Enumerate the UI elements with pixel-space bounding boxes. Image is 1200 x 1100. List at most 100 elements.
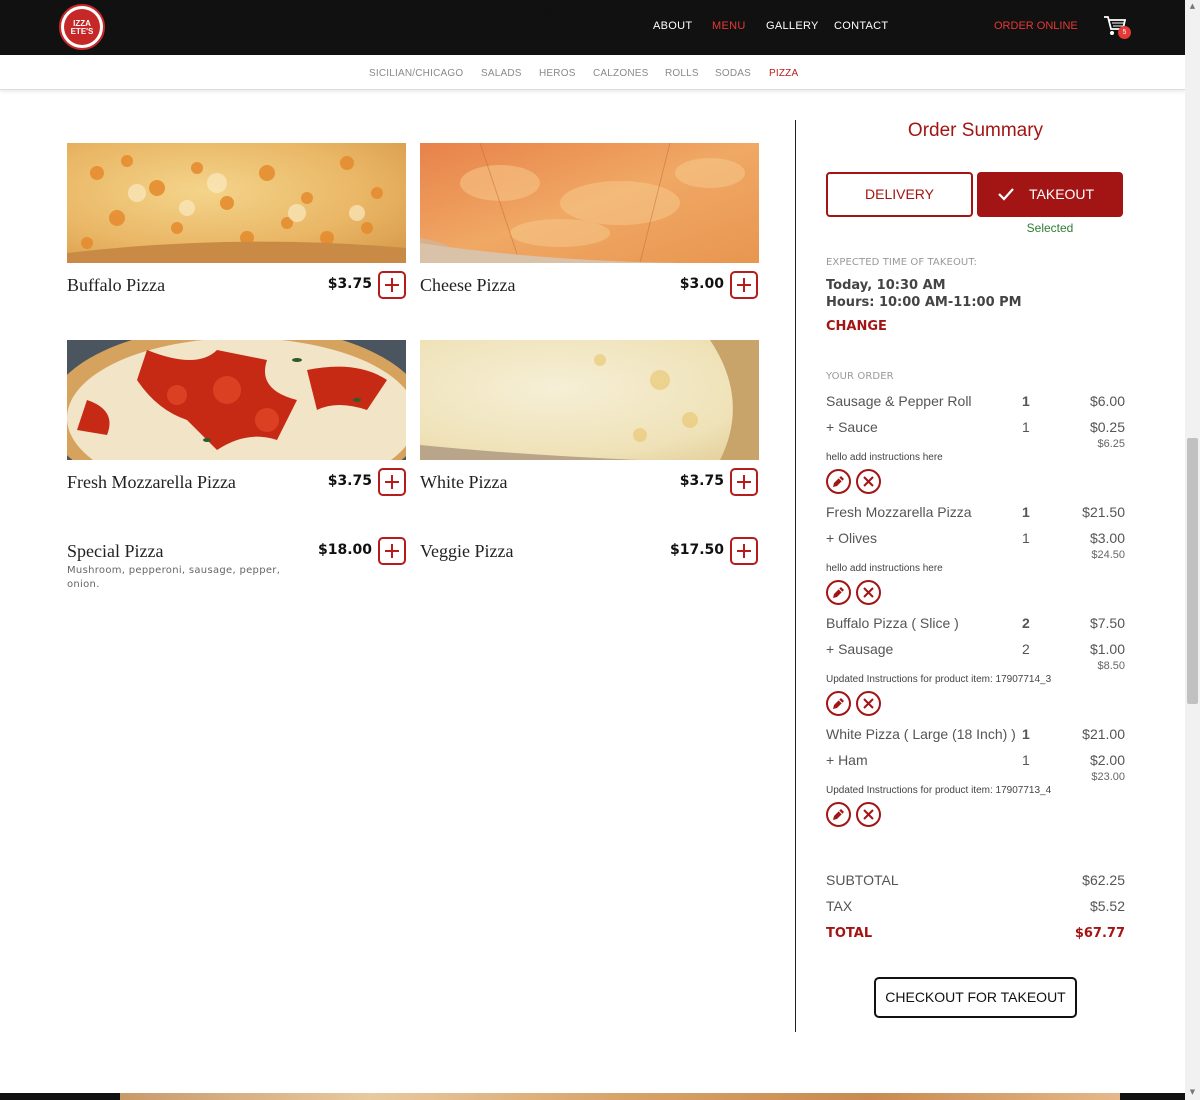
remove-item-button[interactable] <box>856 580 881 605</box>
scrollbar-thumb[interactable] <box>1187 438 1198 704</box>
pencil-icon <box>833 587 844 598</box>
product-desc-special-pizza-line2: onion. <box>67 579 100 590</box>
add-cheese-pizza-button[interactable] <box>730 271 758 299</box>
change-time-link[interactable]: CHANGE <box>826 319 887 334</box>
order-item-modifier-price: $0.25 <box>1089 419 1125 435</box>
product-price-veggie-pizza: $17.50 <box>669 542 724 558</box>
category-rolls[interactable]: ROLLS <box>665 68 699 79</box>
order-item-modifier-price: $2.00 <box>1089 752 1125 768</box>
total-value: $67.77 <box>1074 926 1125 941</box>
nav-about[interactable]: ABOUT <box>653 20 692 32</box>
category-sodas[interactable]: SODAS <box>715 68 751 79</box>
category-pizza[interactable]: PIZZA <box>769 68 798 79</box>
remove-item-button[interactable] <box>856 469 881 494</box>
page-scrollbar[interactable]: ▲ ▼ <box>1185 0 1200 1100</box>
fresh-mozzarella-pizza-image[interactable] <box>67 340 406 460</box>
add-fresh-mozzarella-pizza-button[interactable] <box>378 468 406 496</box>
cart-count-badge: 5 <box>1118 26 1131 39</box>
order-item-modifier-qty: 1 <box>1022 419 1030 435</box>
pencil-icon <box>833 809 844 820</box>
category-bar: SICILIAN/CHICAGO SALADS HEROS CALZONES R… <box>0 55 1185 90</box>
product-price-fresh-mozzarella-pizza: $3.75 <box>327 473 372 489</box>
scroll-down-arrow-icon[interactable]: ▼ <box>1185 1088 1200 1098</box>
product-price-buffalo-pizza: $3.75 <box>327 276 372 292</box>
white-pizza-image[interactable] <box>420 340 759 460</box>
order-item-total: $23.00 <box>1091 771 1125 783</box>
add-veggie-pizza-button[interactable] <box>730 537 758 565</box>
close-icon <box>863 809 874 820</box>
footer-image <box>120 1093 1120 1100</box>
category-sicilian-chicago[interactable]: SICILIAN/CHICAGO <box>369 68 463 79</box>
expected-time-today: Today, 10:30 AM <box>826 278 946 293</box>
nav-gallery[interactable]: GALLERY <box>766 20 819 32</box>
product-name-cheese-pizza[interactable]: Cheese Pizza <box>420 275 515 296</box>
top-navbar: IZZA ETE'S Menu ABOUT MENU GALLERY CONTA… <box>0 0 1185 55</box>
edit-item-button[interactable] <box>826 691 851 716</box>
your-order-label: YOUR ORDER <box>826 371 894 382</box>
order-item-total: $6.25 <box>1097 438 1125 450</box>
product-name-buffalo-pizza[interactable]: Buffalo Pizza <box>67 275 165 296</box>
order-item-price: $21.00 <box>1082 726 1125 742</box>
order-item-qty: 2 <box>1022 615 1030 631</box>
order-item-modifier-price: $1.00 <box>1089 641 1125 657</box>
buffalo-pizza-image[interactable] <box>67 143 406 263</box>
product-name-white-pizza[interactable]: White Pizza <box>420 472 507 493</box>
order-summary-title: Order Summary <box>907 120 1044 141</box>
product-name-fresh-mozzarella-pizza[interactable]: Fresh Mozzarella Pizza <box>67 472 236 493</box>
remove-item-button[interactable] <box>856 691 881 716</box>
product-name-veggie-pizza[interactable]: Veggie Pizza <box>420 541 513 562</box>
scroll-up-arrow-icon[interactable]: ▲ <box>1185 2 1200 12</box>
product-name-special-pizza[interactable]: Special Pizza <box>67 541 163 562</box>
product-price-white-pizza: $3.75 <box>679 473 724 489</box>
checkout-button[interactable]: CHECKOUT FOR TAKEOUT <box>874 977 1077 1018</box>
pencil-icon <box>833 476 844 487</box>
order-item-modifier: + Sauce <box>826 419 878 435</box>
product-price-special-pizza: $18.00 <box>317 542 372 558</box>
page: IZZA ETE'S Menu ABOUT MENU GALLERY CONTA… <box>0 0 1200 1100</box>
order-online-link[interactable]: ORDER ONLINE <box>994 20 1078 32</box>
takeout-button[interactable]: TAKEOUT <box>977 172 1123 217</box>
remove-item-button[interactable] <box>856 802 881 827</box>
add-special-pizza-button[interactable] <box>378 537 406 565</box>
order-item-name: White Pizza ( Large (18 Inch) ) <box>826 726 1016 742</box>
add-white-pizza-button[interactable] <box>730 468 758 496</box>
category-calzones[interactable]: CALZONES <box>593 68 649 79</box>
order-item-qty: 1 <box>1022 726 1030 742</box>
order-item-total: $24.50 <box>1091 549 1125 561</box>
store-hours: Hours: 10:00 AM-11:00 PM <box>826 295 1022 310</box>
takeout-button-label: TAKEOUT <box>1029 186 1095 202</box>
nav-contact[interactable]: CONTACT <box>834 20 888 32</box>
order-item-instructions: hello add instructions here <box>826 563 943 574</box>
subtotal-value: $62.25 <box>1082 872 1125 888</box>
edit-item-button[interactable] <box>826 580 851 605</box>
page-heading: Menu <box>540 0 637 37</box>
order-item-price: $21.50 <box>1082 504 1125 520</box>
logo[interactable]: IZZA ETE'S <box>59 4 105 50</box>
edit-item-button[interactable] <box>826 802 851 827</box>
edit-item-button[interactable] <box>826 469 851 494</box>
add-buffalo-pizza-button[interactable] <box>378 271 406 299</box>
product-price-cheese-pizza: $3.00 <box>679 276 724 292</box>
order-item-name: Fresh Mozzarella Pizza <box>826 504 972 520</box>
order-item-price: $7.50 <box>1089 615 1125 631</box>
check-icon <box>998 188 1014 201</box>
order-item-name: Sausage & Pepper Roll <box>826 393 972 409</box>
close-icon <box>863 587 874 598</box>
category-salads[interactable]: SALADS <box>481 68 522 79</box>
order-item-instructions: hello add instructions here <box>826 452 943 463</box>
tax-value: $5.52 <box>1089 898 1125 914</box>
order-item-price: $6.00 <box>1089 393 1125 409</box>
subtotal-label: SUBTOTAL <box>826 872 899 888</box>
expected-time-label: EXPECTED TIME OF TAKEOUT: <box>826 257 977 268</box>
nav-menu[interactable]: MENU <box>712 20 746 32</box>
product-desc-special-pizza-line1: Mushroom, pepperoni, sausage, pepper, <box>67 565 281 576</box>
order-item-modifier: + Ham <box>826 752 868 768</box>
cheese-pizza-image[interactable] <box>420 143 759 263</box>
category-heros[interactable]: HEROS <box>539 68 576 79</box>
column-divider <box>795 120 796 1032</box>
close-icon <box>863 476 874 487</box>
order-item-instructions: Updated Instructions for product item: 1… <box>826 785 1052 796</box>
delivery-button[interactable]: DELIVERY <box>826 172 973 217</box>
order-item-modifier: + Sausage <box>826 641 894 657</box>
order-item-qty: 1 <box>1022 504 1030 520</box>
